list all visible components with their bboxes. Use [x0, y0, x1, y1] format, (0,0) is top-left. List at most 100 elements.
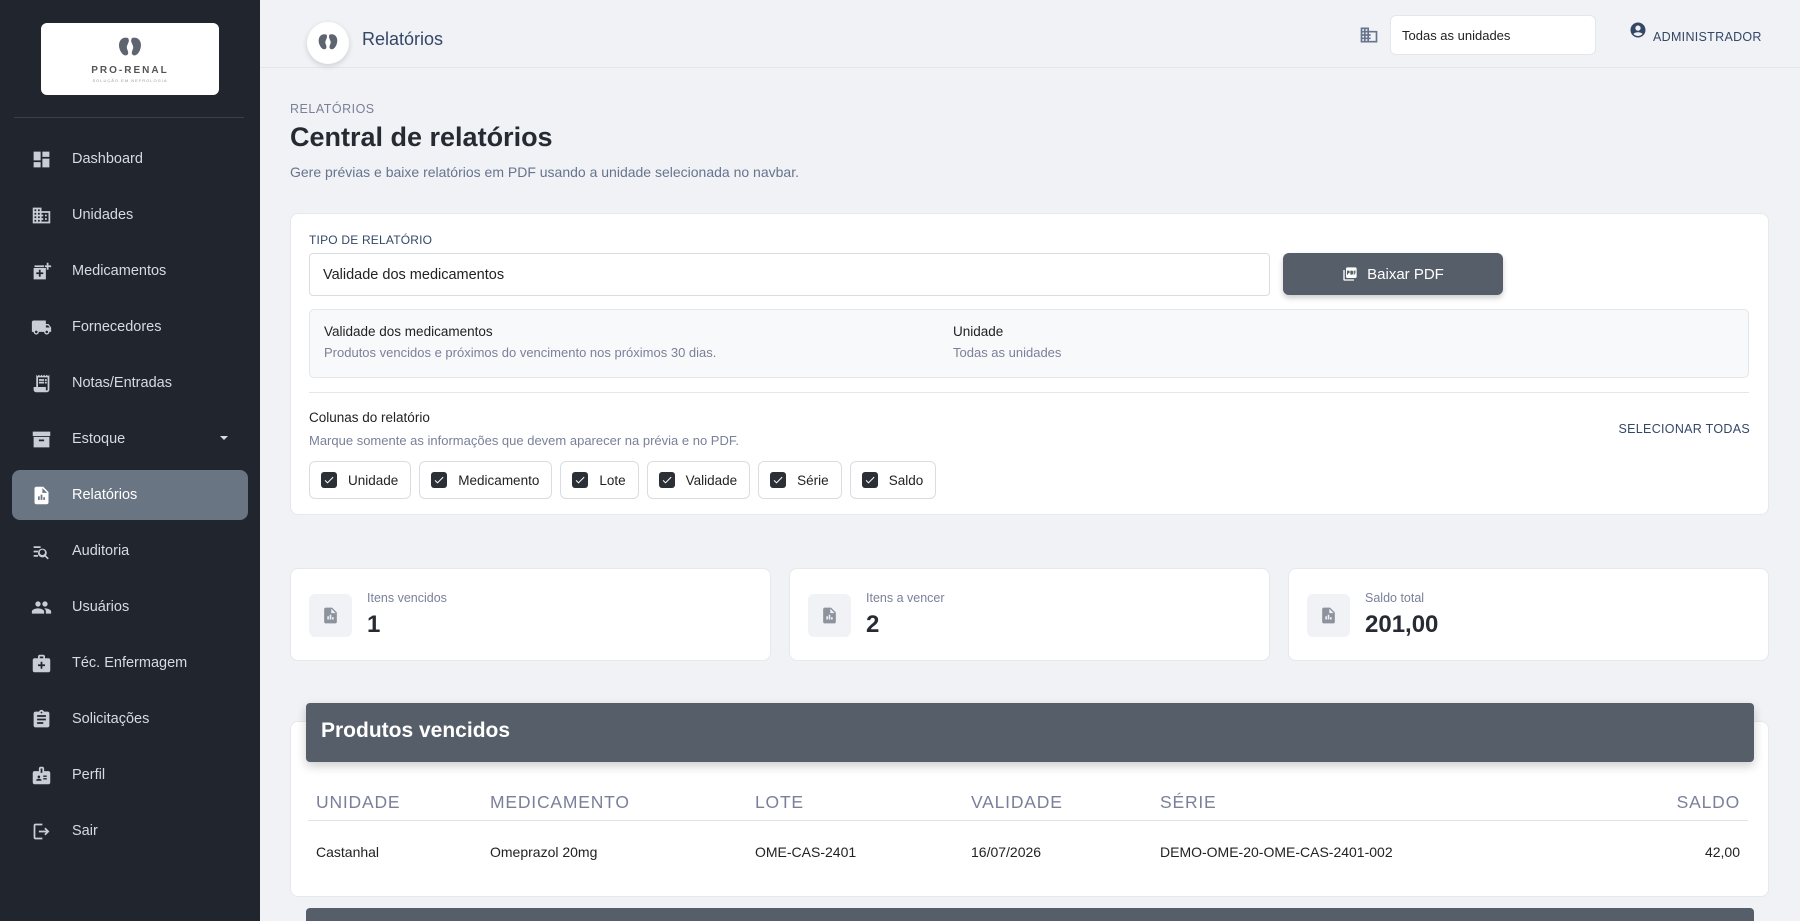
sidebar-item-label: Sair — [72, 823, 98, 839]
sidebar-item-tec-enfermagem[interactable]: Téc. Enfermagem — [12, 638, 248, 688]
checkbox-checked-icon[interactable] — [861, 472, 878, 488]
column-header-medicamento[interactable]: MEDICAMENTO — [490, 792, 630, 813]
search-list-icon — [30, 540, 52, 562]
column-label: Saldo — [888, 472, 924, 488]
user-name[interactable]: ADMINISTRADOR — [1653, 30, 1762, 44]
sidebar-item-auditoria[interactable]: Auditoria — [12, 526, 248, 576]
building-icon — [30, 204, 52, 226]
sidebar: PRO-RENAL SOLUÇÃO EM NEFROLOGIA Dashboar… — [0, 0, 260, 921]
sidebar-item-usuarios[interactable]: Usuários — [12, 582, 248, 632]
brand-logo[interactable]: PRO-RENAL SOLUÇÃO EM NEFROLOGIA — [41, 23, 219, 95]
sidebar-item-relatorios[interactable]: Relatórios — [12, 470, 248, 520]
column-header-lote[interactable]: LOTE — [755, 792, 804, 813]
checkbox-checked-icon[interactable] — [321, 472, 337, 488]
unit-info-value: Todas as unidades — [953, 345, 1062, 360]
dashboard-icon — [30, 148, 52, 170]
stat-card-saldo-total: Saldo total 201,00 — [1288, 568, 1769, 661]
checkbox-checked-icon[interactable] — [431, 472, 448, 488]
column-checkbox-medicamento[interactable]: Medicamento — [419, 461, 553, 499]
sidebar-item-solicitacoes[interactable]: Solicitações — [12, 694, 248, 744]
column-label: Validade — [685, 472, 738, 488]
table-row: Castanhal Omeprazol 20mg OME-CAS-2401 16… — [308, 829, 1748, 879]
cell-medicamento: Omeprazol 20mg — [490, 844, 598, 860]
sidebar-item-estoque[interactable]: Estoque — [12, 414, 248, 464]
people-icon — [30, 596, 52, 618]
sidebar-item-medicamentos[interactable]: Medicamentos — [12, 246, 248, 296]
column-checkbox-lote[interactable]: Lote — [560, 461, 639, 499]
sidebar-item-label: Dashboard — [72, 151, 143, 167]
column-checkbox-serie[interactable]: Série — [758, 461, 842, 499]
stat-card-vencidos: Itens vencidos 1 — [290, 568, 771, 661]
archive-icon — [30, 428, 52, 450]
sidebar-nav: Dashboard Unidades Medicamentos Forneced… — [12, 134, 248, 862]
sidebar-item-dashboard[interactable]: Dashboard — [12, 134, 248, 184]
report-type-select[interactable]: Validade dos medicamentos — [309, 253, 1270, 296]
account-circle-icon[interactable] — [1629, 21, 1647, 39]
column-checkbox-unidade[interactable]: Unidade — [309, 461, 412, 499]
unit-info-column: Unidade Todas as unidades — [953, 324, 1061, 360]
download-pdf-button[interactable]: Baixar PDF — [1283, 253, 1503, 295]
table-header-row: UNIDADE MEDICAMENTO LOTE VALIDADE SÉRIE … — [308, 784, 1748, 821]
sidebar-divider — [14, 117, 244, 118]
select-all-button[interactable]: SELECIONAR TODAS — [1619, 422, 1750, 436]
cell-serie: DEMO-OME-20-OME-CAS-2401-002 — [1160, 844, 1393, 860]
unit-select[interactable]: Todas as unidades — [1390, 15, 1596, 55]
cell-validade: 16/07/2026 — [971, 844, 1042, 860]
top-navbar: Relatórios Todas as unidades ADMINISTRAD… — [260, 0, 1800, 68]
sidebar-item-unidades[interactable]: Unidades — [12, 190, 248, 240]
sidebar-item-label: Notas/Entradas — [72, 375, 172, 391]
sidebar-item-label: Téc. Enfermagem — [72, 655, 188, 671]
building-icon — [1360, 27, 1378, 43]
column-header-saldo[interactable]: SALDO — [1677, 792, 1740, 813]
cell-lote: OME-CAS-2401 — [755, 844, 857, 860]
cell-saldo: 42,00 — [1704, 844, 1740, 860]
sidebar-item-label: Perfil — [72, 767, 106, 783]
report-type-label: TIPO DE RELATÓRIO — [309, 233, 433, 247]
sidebar-item-sair[interactable]: Sair — [12, 806, 248, 856]
stat-card-a-vencer: Itens a vencer 2 — [789, 568, 1270, 661]
column-label: Medicamento — [458, 472, 540, 488]
checkbox-checked-icon[interactable] — [770, 472, 787, 488]
logo-subtext: SOLUÇÃO EM NEFROLOGIA — [92, 78, 168, 83]
download-pdf-label: Baixar PDF — [1367, 265, 1444, 283]
report-info-title: Validade dos medicamentos — [324, 324, 493, 339]
stat-value: 2 — [866, 611, 880, 638]
logo-text: PRO-RENAL — [91, 65, 169, 76]
pdf-icon — [1343, 267, 1357, 281]
column-header-unidade[interactable]: UNIDADE — [316, 792, 400, 813]
column-header-validade[interactable]: VALIDADE — [971, 792, 1063, 813]
report-info-column: Validade dos medicamentos Produtos venci… — [324, 324, 716, 360]
column-checkbox-saldo[interactable]: Saldo — [849, 461, 937, 499]
sidebar-item-label: Solicitações — [72, 711, 150, 727]
checkbox-checked-icon[interactable] — [658, 472, 675, 488]
stat-value: 201,00 — [1365, 611, 1439, 638]
sidebar-item-label: Unidades — [72, 207, 134, 223]
stat-value: 1 — [367, 611, 381, 638]
badge-icon — [30, 764, 52, 786]
next-section-header — [306, 908, 1754, 921]
cell-unidade: Castanhal — [316, 844, 380, 860]
stat-label: Saldo total — [1365, 591, 1425, 605]
chevron-down-icon[interactable] — [220, 436, 228, 440]
sidebar-item-label: Estoque — [72, 431, 126, 447]
sidebar-item-label: Relatórios — [72, 487, 138, 503]
column-checkbox-validade[interactable]: Validade — [646, 461, 751, 499]
column-header-serie[interactable]: SÉRIE — [1160, 792, 1217, 813]
column-checkboxes: Unidade Medicamento Lote Validade Série … — [309, 461, 944, 499]
report-icon — [30, 484, 52, 506]
truck-icon — [30, 316, 52, 338]
sidebar-item-label: Fornecedores — [72, 319, 162, 335]
report-config-card: TIPO DE RELATÓRIO Validade dos medicamen… — [290, 213, 1769, 515]
sidebar-item-fornecedores[interactable]: Fornecedores — [12, 302, 248, 352]
sidebar-item-notas-entradas[interactable]: Notas/Entradas — [12, 358, 248, 408]
navbar-title: Relatórios — [362, 29, 444, 49]
checkbox-checked-icon[interactable] — [572, 472, 589, 488]
report-info-desc: Produtos vencidos e próximos do vencimen… — [324, 345, 717, 360]
app-avatar — [307, 22, 349, 64]
report-info-box: Validade dos medicamentos Produtos venci… — [309, 309, 1749, 378]
kidney-icon — [318, 34, 338, 50]
columns-title: Colunas do relatório — [309, 410, 430, 425]
receipt-icon — [30, 372, 52, 394]
sidebar-item-label: Auditoria — [72, 543, 130, 559]
sidebar-item-perfil[interactable]: Perfil — [12, 750, 248, 800]
